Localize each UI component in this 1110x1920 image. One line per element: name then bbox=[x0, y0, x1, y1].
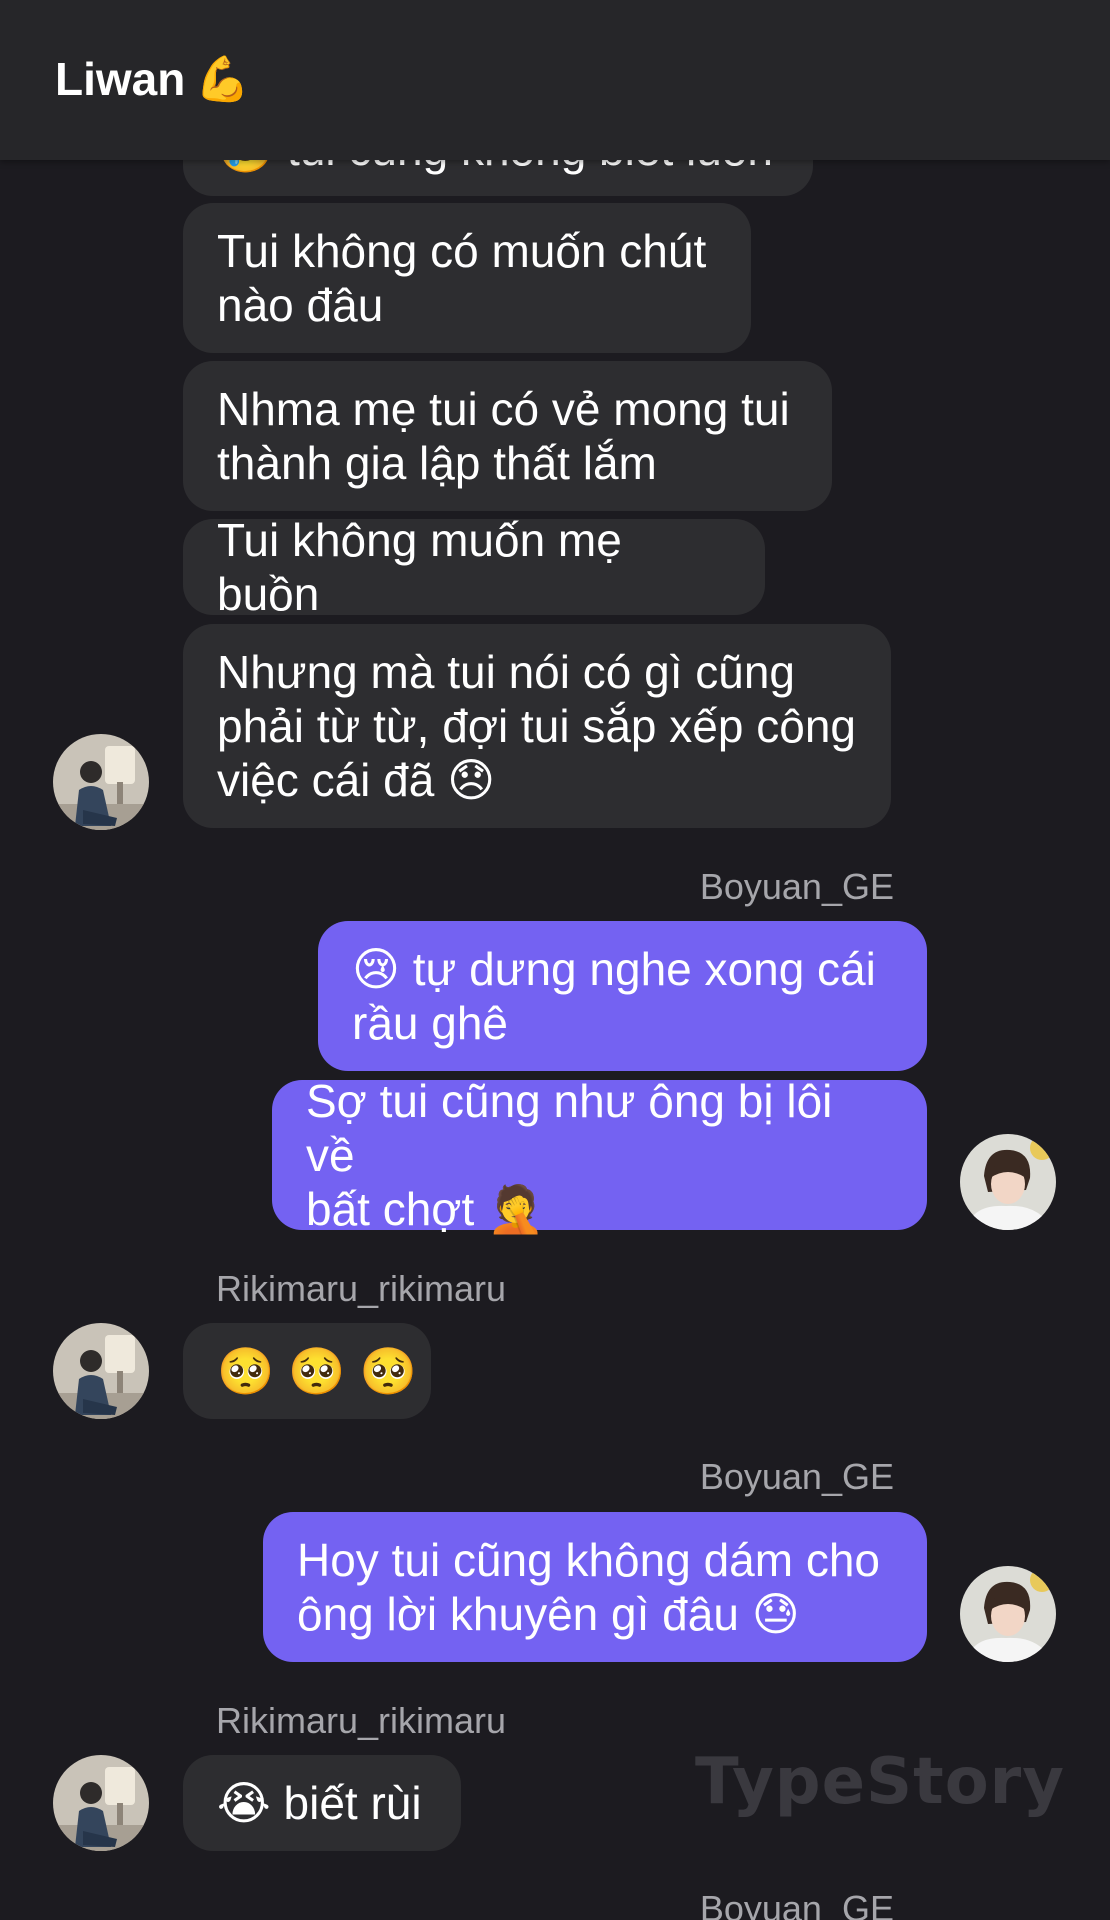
avatar-rikimaru[interactable] bbox=[53, 1323, 149, 1419]
avatar-boyuan[interactable] bbox=[960, 1566, 1056, 1662]
message-text: Tui không có muốn chút nào đâu bbox=[217, 225, 707, 331]
avatar-photo-icon bbox=[53, 1323, 149, 1419]
message-text: 😭 biết rùi bbox=[217, 1777, 422, 1829]
pleading-face-emoji: 🥺 bbox=[217, 1345, 275, 1397]
emoji-row: 🥺 🥺 🥺 bbox=[217, 1344, 417, 1398]
sender-name: Boyuan_GE bbox=[699, 1456, 894, 1497]
message-text: Sợ tui cũng như ông bị lôi về bất chợt 🤦 bbox=[306, 1075, 833, 1235]
message-text: Tui không muốn mẹ buồn bbox=[217, 514, 622, 620]
avatar-photo-icon bbox=[960, 1566, 1056, 1662]
message-bubble[interactable]: Tui không muốn mẹ buồn bbox=[183, 514, 765, 620]
sender-name: Boyuan_GE bbox=[699, 866, 894, 907]
pleading-face-emoji: 🥺 bbox=[359, 1345, 417, 1397]
message-text: Nhma mẹ tui có vẻ mong tui thành gia lập… bbox=[217, 383, 790, 489]
message-bubble[interactable]: 🥺 🥺 🥺 bbox=[183, 1323, 431, 1419]
message-bubble-outgoing[interactable]: Sợ tui cũng như ông bị lôi về bất chợt 🤦 bbox=[272, 1075, 927, 1235]
message-text: 😢 tự dưng nghe xong cái rầu ghê bbox=[352, 943, 876, 1049]
message-bubble-outgoing[interactable]: 😢 tự dưng nghe xong cái rầu ghê bbox=[318, 921, 927, 1071]
sender-name: Rikimaru_rikimaru bbox=[216, 1268, 507, 1309]
chat-title[interactable]: Liwan 💪 bbox=[55, 52, 250, 106]
sender-name: Boyuan_GE bbox=[699, 1888, 894, 1920]
avatar-rikimaru[interactable] bbox=[53, 1755, 149, 1851]
flexed-biceps-icon: 💪 bbox=[195, 55, 251, 104]
message-bubble[interactable]: 😭 biết rùi bbox=[183, 1755, 461, 1851]
sender-name: Rikimaru_rikimaru bbox=[216, 1700, 507, 1741]
avatar-boyuan[interactable] bbox=[960, 1134, 1056, 1230]
avatar-photo-icon bbox=[53, 734, 149, 830]
chat-header: Liwan 💪 bbox=[0, 0, 1110, 160]
watermark: TypeStory bbox=[695, 1745, 1065, 1819]
avatar-liwan[interactable] bbox=[53, 734, 149, 830]
message-bubble[interactable]: Nhma mẹ tui có vẻ mong tui thành gia lập… bbox=[183, 361, 832, 511]
message-bubble[interactable]: Nhưng mà tui nói có gì cũng phải từ từ, … bbox=[183, 624, 891, 828]
message-text: Nhưng mà tui nói có gì cũng phải từ từ, … bbox=[217, 646, 856, 806]
message-text: Hoy tui cũng không dám cho ông lời khuyê… bbox=[297, 1534, 881, 1640]
chat-title-text: Liwan bbox=[55, 53, 186, 105]
message-bubble[interactable]: Tui không có muốn chút nào đâu bbox=[183, 203, 751, 353]
pleading-face-emoji: 🥺 bbox=[288, 1345, 346, 1397]
message-bubble-outgoing[interactable]: Hoy tui cũng không dám cho ông lời khuyê… bbox=[263, 1512, 927, 1662]
avatar-photo-icon bbox=[53, 1755, 149, 1851]
avatar-photo-icon bbox=[960, 1134, 1056, 1230]
chat-scroll-area[interactable]: 🥲 tui cũng không biết luôn Tui không có … bbox=[0, 0, 1110, 1920]
